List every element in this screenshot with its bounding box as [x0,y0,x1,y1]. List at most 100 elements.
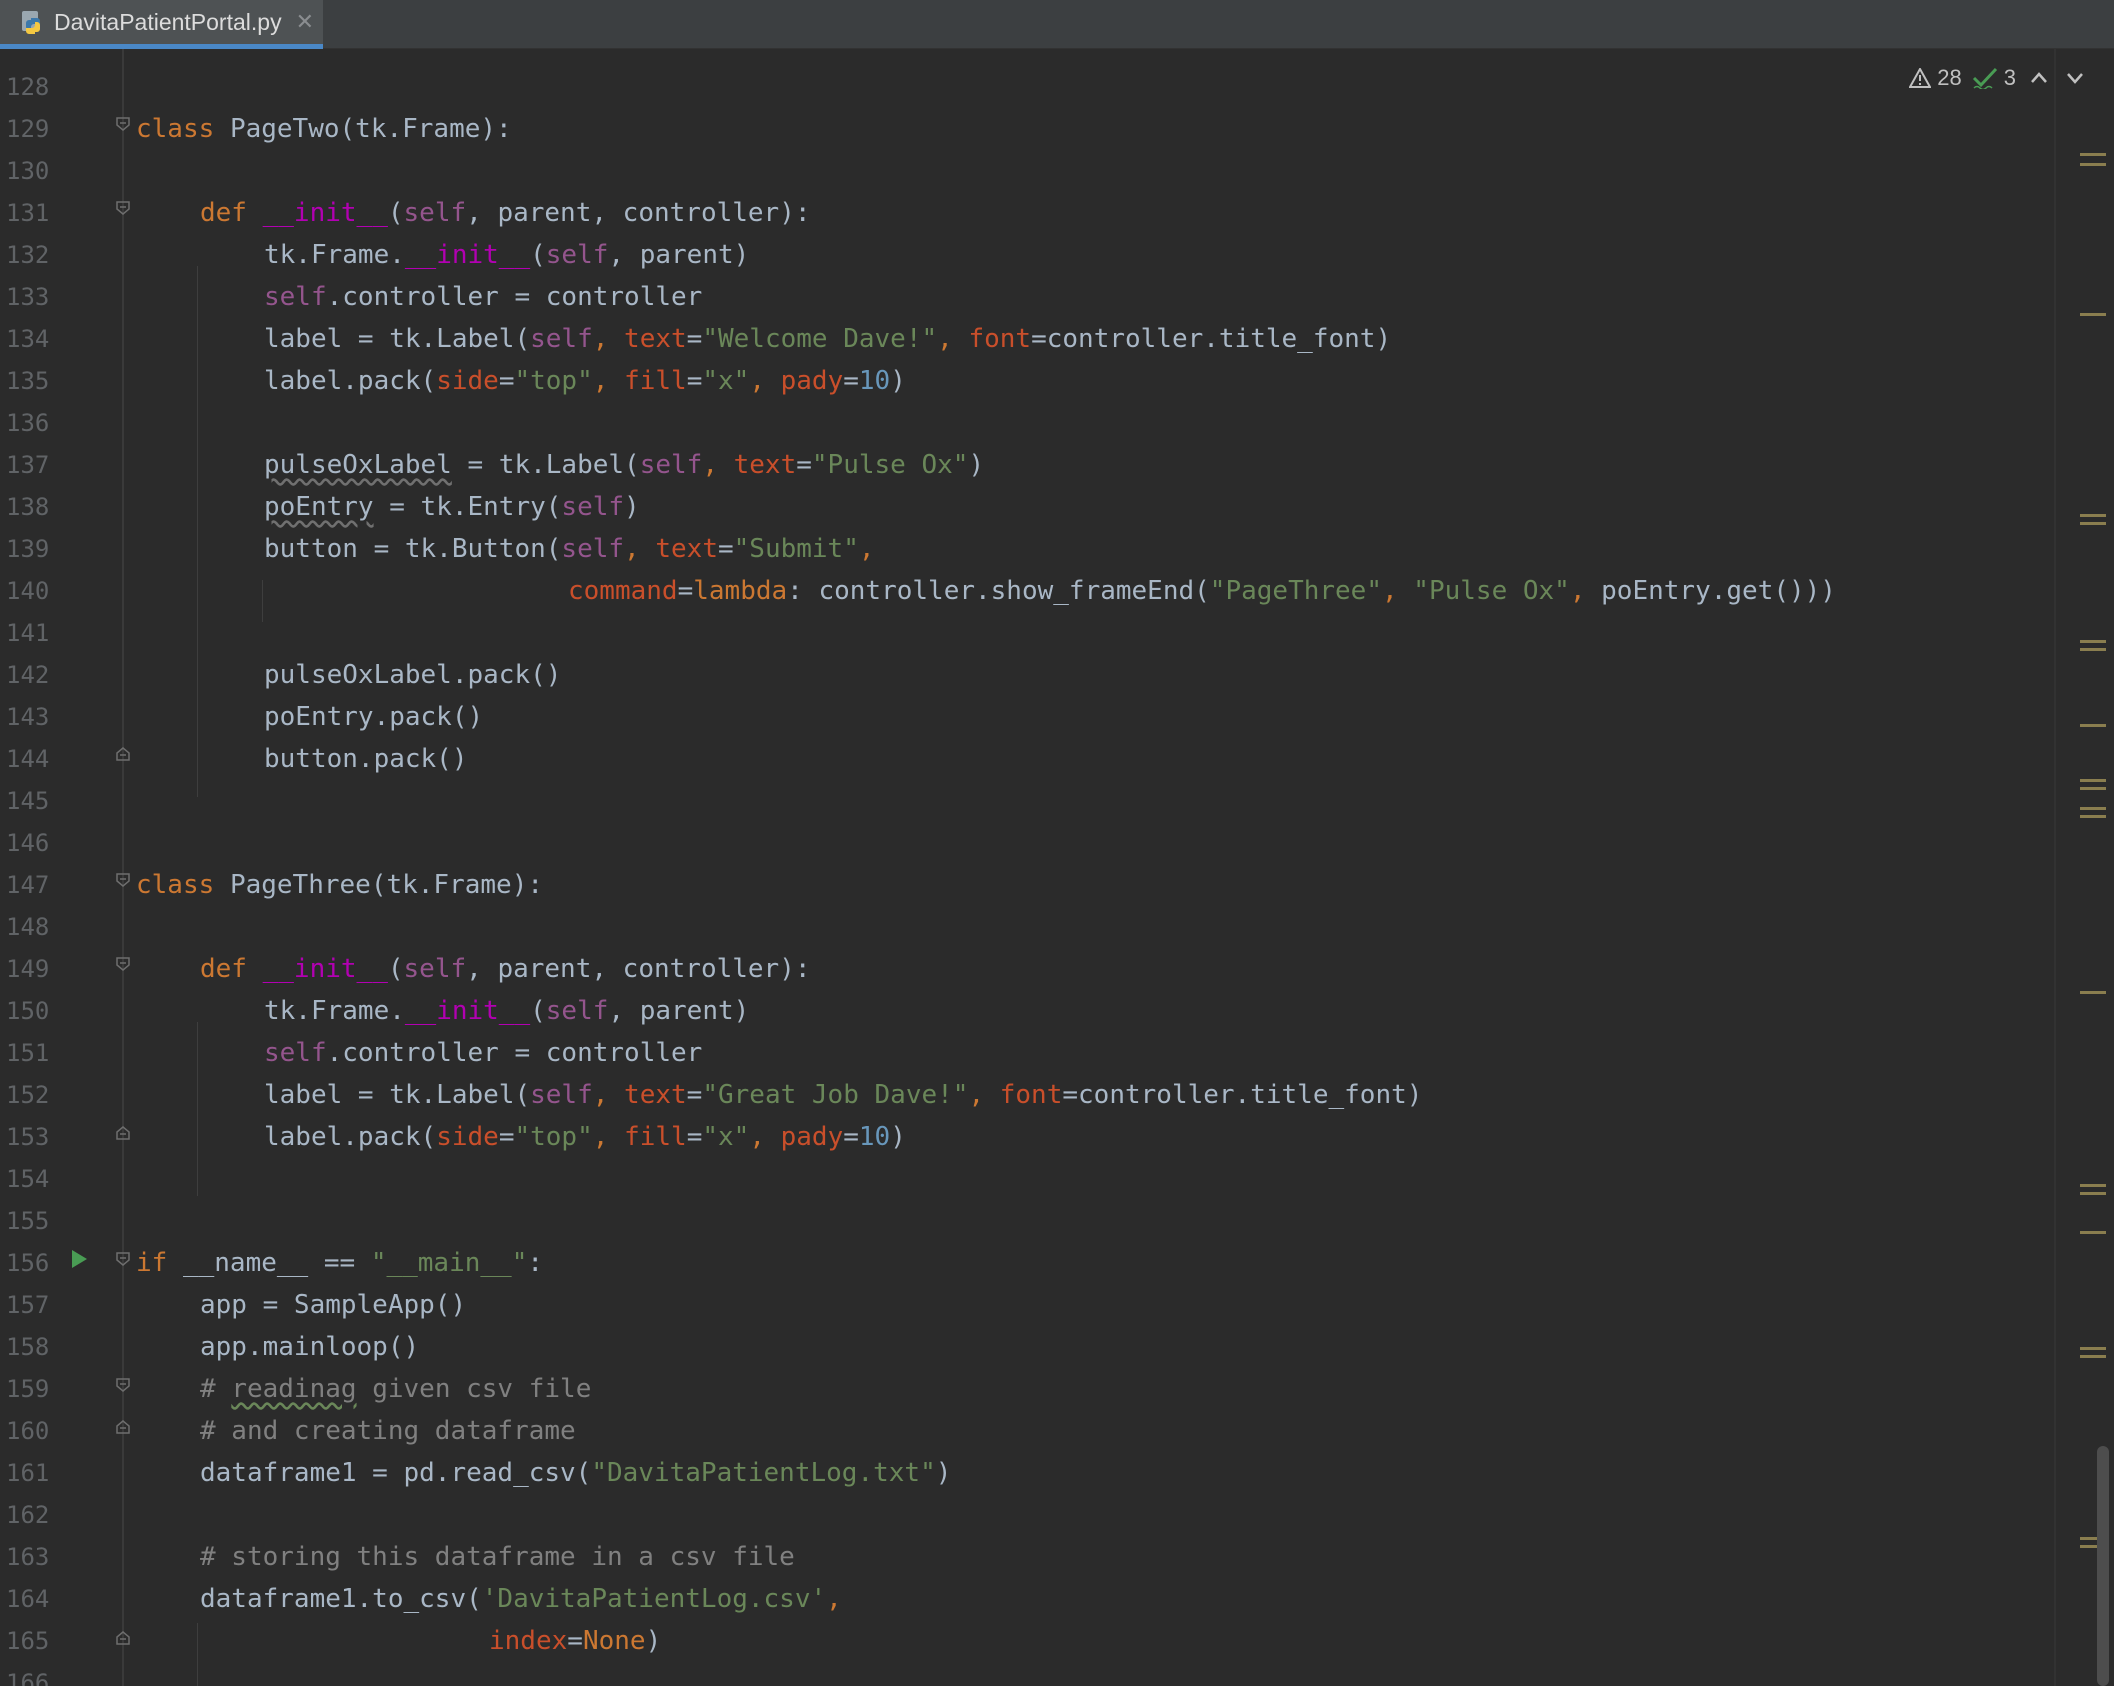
code-line: 147 class PageThree(tk.Frame): [0,864,2060,906]
string-literal: "top" [514,366,593,396]
warning-marker[interactable] [2080,522,2106,525]
warning-marker[interactable] [2080,724,2106,727]
self-keyword: self [403,198,467,228]
code-line: 155 [0,1200,2060,1242]
line-number: 166 [6,1669,50,1686]
code-line: 129 class PageTwo(tk.Frame): [0,108,2060,150]
code-token: __name__ == [167,1248,371,1278]
param-name: command [568,576,678,606]
param-name: fill [624,1122,687,1152]
number-literal: 10 [858,366,891,396]
line-number: 129 [6,115,50,143]
scrollbar-track[interactable] [2054,49,2114,1686]
code-token: tk.Frame. [264,996,405,1026]
punct: = [686,366,703,396]
python-file-icon [22,11,40,34]
code-editor[interactable]: 28 3 128 129 class PageTwo(tk.Frame): 130… [0,49,2114,1686]
punct: ) [890,1122,906,1152]
code-text: tk.Frame.__init__(self, parent) [264,990,749,1032]
line-number: 151 [6,1039,50,1067]
punct: ( [530,240,546,270]
typo-word: readinag [231,1374,357,1404]
code-line: 157 app = SampleApp() [0,1284,2060,1326]
warning-marker[interactable] [2080,1355,2106,1358]
warning-marker[interactable] [2080,640,2106,643]
code-text: label.pack(side="top", fill="x", pady=10… [264,360,906,402]
punct: ) [935,1458,952,1488]
unused-variable: pulseOxLabel [264,450,452,480]
close-icon[interactable]: ✕ [296,9,314,35]
comment: # readinag given csv file [200,1368,591,1410]
code-text: button.pack() [264,744,468,774]
code-text: button = tk.Button(self, text="Submit", [264,528,875,570]
param-name: text [655,534,718,564]
code-line: 149 def __init__(self, parent, controller… [0,948,2060,990]
warning-marker[interactable] [2080,153,2106,156]
self-keyword: self [639,450,703,480]
code-line: 150 tk.Frame.__init__(self, parent) [0,990,2060,1032]
code-line: 153 label.pack(side="top", fill="x", pady… [0,1116,2060,1158]
punct: = [843,1122,859,1152]
punct: , [749,1122,781,1152]
warning-marker[interactable] [2080,779,2106,782]
self-keyword: self [530,324,593,354]
code-line: 166 [0,1662,2060,1686]
warning-marker[interactable] [2080,514,2106,517]
line-number: 162 [6,1501,50,1529]
line-number: 163 [6,1543,50,1571]
tab-davita-patient-portal[interactable]: DavitaPatientPortal.py ✕ [0,0,323,49]
keyword: class [136,870,215,900]
code-line: 135 label.pack(side="top", fill="x", pady… [0,360,2060,402]
line-number: 131 [6,199,50,227]
punct: = [717,534,734,564]
code-text: label = tk.Label(self, text="Great Job D… [264,1074,1422,1116]
warning-marker[interactable] [2080,1184,2106,1187]
code-line: 136 [0,402,2060,444]
punct: = [796,450,812,480]
warning-marker[interactable] [2080,313,2106,316]
scrollbar-thumb[interactable] [2097,1446,2109,1686]
line-number: 136 [6,409,50,437]
line-number: 161 [6,1459,50,1487]
keyword: None [582,1626,646,1656]
punct: , [592,366,625,396]
string-literal: "Pulse Ox" [1413,576,1570,606]
line-number: 155 [6,1207,50,1235]
warning-marker[interactable] [2080,807,2106,810]
warning-marker[interactable] [2080,163,2106,166]
punct: = [498,1122,515,1152]
line-number: 160 [6,1417,50,1445]
code-text: tk.Frame.__init__(self, parent) [264,234,749,276]
code-token: label.pack( [264,366,437,396]
code-text: label = tk.Label(self, text="Welcome Dav… [264,318,1391,360]
param-name: pady [780,1122,844,1152]
code-line: 154 [0,1158,2060,1200]
warning-marker[interactable] [2080,815,2106,818]
warning-marker[interactable] [2080,1347,2106,1350]
code-text: poEntry = tk.Entry(self) [264,486,640,528]
code-line: 144 button.pack() [0,738,2060,780]
param-name: side [436,366,499,396]
warning-marker[interactable] [2080,991,2106,994]
code-line: 133 self.controller = controller [0,276,2060,318]
line-number: 132 [6,241,50,269]
editor-tab-bar: DavitaPatientPortal.py ✕ [0,0,2114,49]
warning-marker[interactable] [2080,787,2106,790]
code-token: dataframe1 = pd.read_csv( [200,1458,592,1488]
keyword: lambda [693,576,788,606]
line-number: 134 [6,325,50,353]
param-name: font [999,1080,1063,1110]
warning-marker[interactable] [2080,1192,2106,1195]
code-text: class PageTwo(tk.Frame): [136,108,512,150]
code-line: 132 tk.Frame.__init__(self, parent) [0,234,2060,276]
line-number: 148 [6,913,50,941]
self-keyword: self [403,954,467,984]
punct: , [749,366,781,396]
string-literal: "x" [702,366,750,396]
warning-marker[interactable] [2080,648,2106,651]
self-keyword: self [264,1038,327,1068]
warning-marker[interactable] [2080,1231,2106,1234]
code-line: 142 pulseOxLabel.pack() [0,654,2060,696]
code-line: 143 poEntry.pack() [0,696,2060,738]
punct: ) [645,1626,662,1656]
